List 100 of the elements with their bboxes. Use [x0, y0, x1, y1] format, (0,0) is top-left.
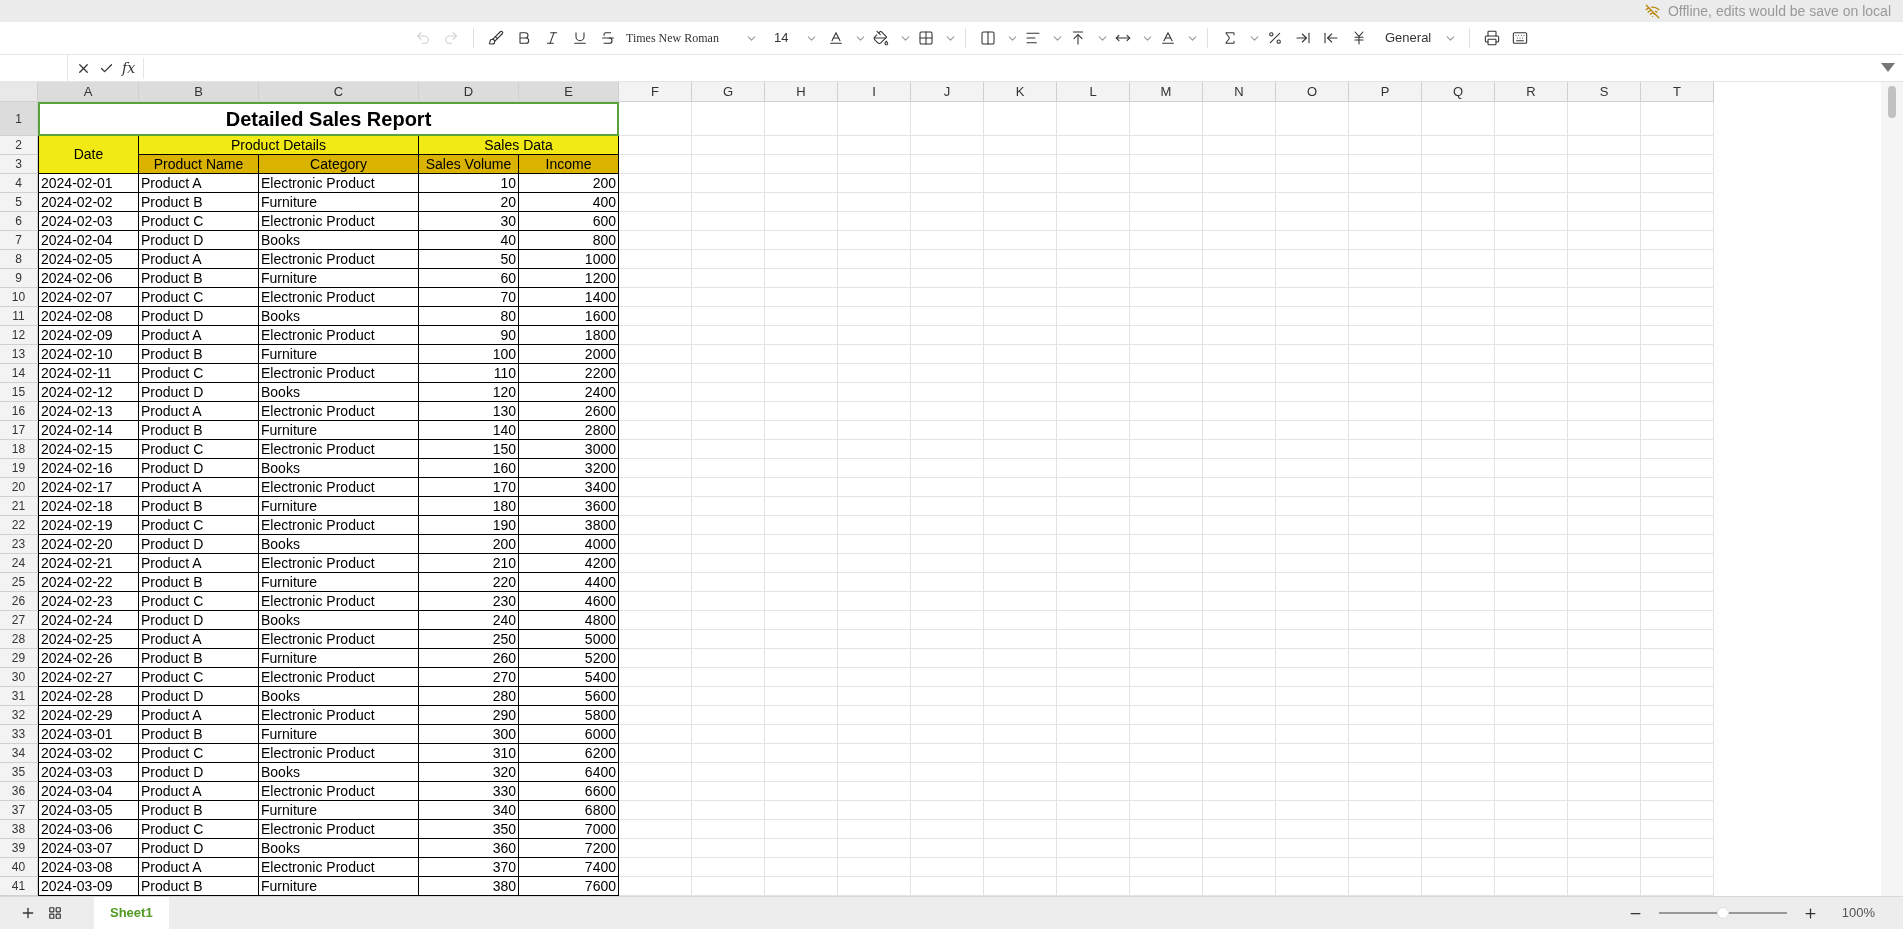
row-header[interactable]: 17: [0, 421, 38, 440]
row-header[interactable]: 35: [0, 763, 38, 782]
expand-triangle-icon[interactable]: [1881, 63, 1895, 73]
column-header[interactable]: H: [765, 82, 838, 102]
row-header[interactable]: 18: [0, 440, 38, 459]
row-header[interactable]: 30: [0, 668, 38, 687]
row-header[interactable]: 12: [0, 326, 38, 345]
row-header[interactable]: 36: [0, 782, 38, 801]
table-cell: 7400: [519, 858, 619, 877]
table-cell: 290: [419, 706, 519, 725]
row-header[interactable]: 37: [0, 801, 38, 820]
table-cell: 70: [419, 288, 519, 307]
table-cell: Furniture: [259, 345, 419, 364]
column-header[interactable]: Q: [1422, 82, 1495, 102]
select-all-corner[interactable]: [0, 82, 38, 102]
row-header[interactable]: 24: [0, 554, 38, 573]
column-header[interactable]: I: [838, 82, 911, 102]
row-header[interactable]: 39: [0, 839, 38, 858]
row-header[interactable]: 16: [0, 402, 38, 421]
header-cell: Sales Data: [419, 136, 619, 155]
font-select[interactable]: Times New Roman: [622, 29, 762, 47]
table-cell: Books: [259, 459, 419, 478]
column-header[interactable]: M: [1130, 82, 1203, 102]
table-cell: Product B: [139, 345, 259, 364]
column-header[interactable]: K: [984, 82, 1057, 102]
number-format-select[interactable]: General: [1381, 28, 1461, 48]
row-header[interactable]: 21: [0, 497, 38, 516]
row-header[interactable]: 14: [0, 364, 38, 383]
table-cell: 240: [419, 611, 519, 630]
row-header[interactable]: 10: [0, 288, 38, 307]
row-header[interactable]: 25: [0, 573, 38, 592]
table-cell: 2024-02-08: [38, 307, 139, 326]
row-header[interactable]: 7: [0, 231, 38, 250]
row-header[interactable]: 22: [0, 516, 38, 535]
row-header[interactable]: 41: [0, 877, 38, 896]
table-cell: 20: [419, 193, 519, 212]
table-cell: Product D: [139, 687, 259, 706]
row-header[interactable]: 5: [0, 193, 38, 212]
column-header[interactable]: T: [1641, 82, 1714, 102]
row-header[interactable]: 32: [0, 706, 38, 725]
column-header[interactable]: A: [38, 82, 139, 102]
row-header[interactable]: 33: [0, 725, 38, 744]
row-header[interactable]: 8: [0, 250, 38, 269]
row-header[interactable]: 38: [0, 820, 38, 839]
row-header[interactable]: 2: [0, 136, 38, 155]
table-cell: 3600: [519, 497, 619, 516]
column-header[interactable]: L: [1057, 82, 1130, 102]
table-cell: 2400: [519, 383, 619, 402]
row-header[interactable]: 1: [0, 102, 38, 136]
table-cell: 340: [419, 801, 519, 820]
table-cell: 2024-03-02: [38, 744, 139, 763]
column-header[interactable]: D: [419, 82, 519, 102]
add-sheet-icon[interactable]: [20, 905, 36, 921]
column-header[interactable]: J: [911, 82, 984, 102]
column-header[interactable]: S: [1568, 82, 1641, 102]
column-header[interactable]: F: [619, 82, 692, 102]
row-header[interactable]: 13: [0, 345, 38, 364]
column-header[interactable]: B: [139, 82, 259, 102]
sheet-list-icon[interactable]: [48, 906, 62, 920]
row-header[interactable]: 4: [0, 174, 38, 193]
table-cell: 2024-02-26: [38, 649, 139, 668]
column-header[interactable]: C: [259, 82, 419, 102]
table-cell: 5400: [519, 668, 619, 687]
row-header[interactable]: 28: [0, 630, 38, 649]
column-header[interactable]: E: [519, 82, 619, 102]
table-cell: Electronic Product: [259, 630, 419, 649]
column-header[interactable]: N: [1203, 82, 1276, 102]
zoom-in-icon[interactable]: [1802, 905, 1818, 921]
row-header[interactable]: 27: [0, 611, 38, 630]
row-header[interactable]: 31: [0, 687, 38, 706]
font-size-select[interactable]: 14: [770, 28, 822, 48]
row-header[interactable]: 19: [0, 459, 38, 478]
row-header[interactable]: 23: [0, 535, 38, 554]
row-header[interactable]: 15: [0, 383, 38, 402]
row-header[interactable]: 6: [0, 212, 38, 231]
vertical-scrollbar[interactable]: [1881, 82, 1903, 896]
table-cell: 260: [419, 649, 519, 668]
row-header[interactable]: 11: [0, 307, 38, 326]
column-header[interactable]: P: [1349, 82, 1422, 102]
row-header[interactable]: 9: [0, 269, 38, 288]
row-header[interactable]: 20: [0, 478, 38, 497]
row-header[interactable]: 40: [0, 858, 38, 877]
row-header[interactable]: 34: [0, 744, 38, 763]
function-label[interactable]: fx: [122, 57, 145, 79]
row-header[interactable]: 29: [0, 649, 38, 668]
table-cell: Electronic Product: [259, 212, 419, 231]
scrollbar-thumb[interactable]: [1888, 86, 1896, 118]
table-cell: Electronic Product: [259, 858, 419, 877]
table-cell: Books: [259, 307, 419, 326]
column-header[interactable]: O: [1276, 82, 1349, 102]
table-cell: 170: [419, 478, 519, 497]
row-header[interactable]: 3: [0, 155, 38, 174]
table-cell: 2024-03-08: [38, 858, 139, 877]
column-header[interactable]: R: [1495, 82, 1568, 102]
table-cell: Electronic Product: [259, 364, 419, 383]
zoom-slider-thumb[interactable]: [1716, 907, 1729, 919]
column-header[interactable]: G: [692, 82, 765, 102]
row-header[interactable]: 26: [0, 592, 38, 611]
sheet-tab[interactable]: Sheet1: [94, 897, 169, 929]
table-cell: 2024-02-11: [38, 364, 139, 383]
